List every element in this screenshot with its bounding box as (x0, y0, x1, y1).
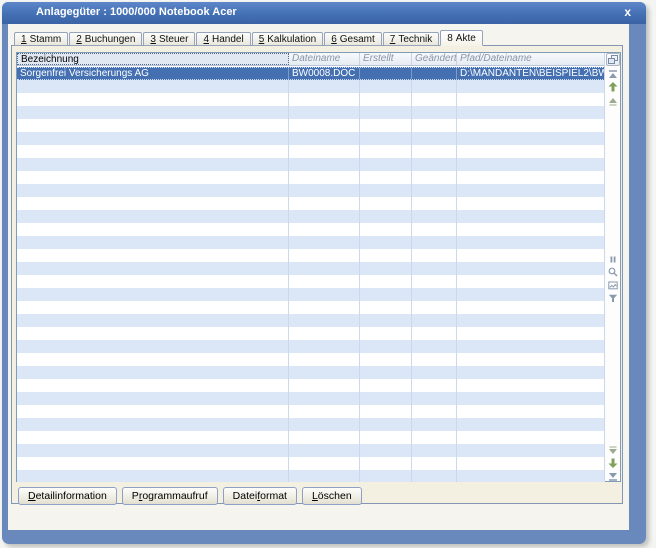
page-up-icon[interactable] (606, 81, 620, 93)
tab-steuer[interactable]: 3 Steuer (143, 32, 196, 46)
dateiformat-button[interactable]: Dateiformat (222, 487, 297, 505)
page-down-icon[interactable] (606, 457, 620, 469)
table-row[interactable]: Sorgenfrei Versicherungs AG BW0008.DOC D… (17, 67, 605, 80)
cell-dateiname[interactable]: BW0008.DOC (289, 68, 360, 79)
client-area: 1 Stamm 2 Buchungen 3 Steuer 4 Handel 5 Kalku… (8, 24, 629, 530)
detailinformation-button[interactable]: Detailinformation (18, 487, 117, 505)
columns-icon[interactable] (606, 253, 620, 265)
thumbnails-icon[interactable] (606, 279, 620, 291)
scroll-strip (604, 53, 620, 481)
go-last-icon[interactable] (606, 470, 620, 482)
cell-pfad[interactable]: D:\MANDANTEN\BEISPIEL2\BW0008.DOC (457, 68, 605, 79)
tab-stamm[interactable]: 1 Stamm (14, 32, 69, 46)
tab-gesamt[interactable]: 6 Gesamt (324, 32, 382, 46)
row-down-icon[interactable] (606, 444, 620, 456)
file-table: Bezeichnung Dateiname Erstellt Geändert … (16, 52, 621, 482)
column-chooser-icon[interactable] (606, 53, 620, 66)
search-icon[interactable] (606, 266, 620, 278)
column-header-geaendert[interactable]: Geändert (412, 53, 457, 65)
cell-geaendert[interactable] (412, 68, 457, 79)
column-header-bezeichnung[interactable]: Bezeichnung (17, 53, 289, 65)
close-icon[interactable]: x (624, 2, 631, 22)
grid-lines (17, 67, 605, 482)
tab-bar: 1 Stamm 2 Buchungen 3 Steuer 4 Handel 5 Kalku… (14, 30, 484, 46)
title-bar: Anlagegüter : 1000/000 Notebook Acer x (2, 2, 646, 24)
window-title: Anlagegüter : 1000/000 Notebook Acer (36, 6, 237, 18)
row-up-icon[interactable] (606, 95, 620, 107)
column-header-pfad[interactable]: Pfad/Dateiname (457, 53, 605, 65)
tab-technik[interactable]: 7 Technik (382, 32, 440, 46)
tab-akte[interactable]: 8 Akte (440, 30, 483, 46)
programmaufruf-button[interactable]: Programmaufruf (121, 487, 218, 505)
column-header-erstellt[interactable]: Erstellt (360, 53, 412, 65)
column-header-dateiname[interactable]: Dateiname (289, 53, 360, 65)
tab-handel[interactable]: 4 Handel (196, 32, 251, 46)
table-header: Bezeichnung Dateiname Erstellt Geändert … (17, 53, 605, 66)
table-body[interactable]: Sorgenfrei Versicherungs AG BW0008.DOC D… (17, 67, 605, 482)
cell-erstellt[interactable] (360, 68, 412, 79)
loeschen-button[interactable]: Löschen (301, 487, 362, 505)
filter-icon[interactable] (606, 292, 620, 304)
app-window: Anlagegüter : 1000/000 Notebook Acer x 1… (2, 2, 646, 544)
tab-buchungen[interactable]: 2 Buchungen (69, 32, 143, 46)
tab-page-akte: Bezeichnung Dateiname Erstellt Geändert … (11, 45, 623, 505)
go-first-icon[interactable] (606, 68, 620, 80)
cell-bezeichnung[interactable]: Sorgenfrei Versicherungs AG (17, 68, 289, 79)
button-row: Detailinformation Programmaufruf Dateifo… (18, 487, 362, 505)
tab-kalkulation[interactable]: 5 Kalkulation (251, 32, 324, 46)
